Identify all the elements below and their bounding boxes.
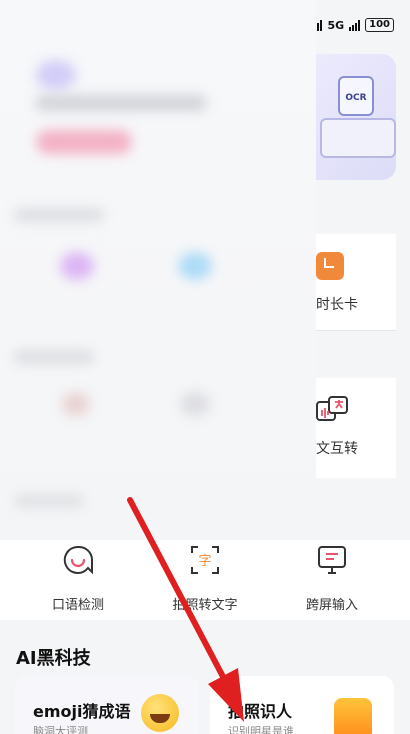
divider — [316, 330, 396, 331]
laptop-icon — [320, 118, 396, 158]
cross-screen-icon — [318, 546, 346, 574]
card-title: emoji猜成语 — [33, 702, 131, 721]
tool-label: 口语检测 — [51, 598, 104, 613]
translate-label: 文互转 — [316, 441, 358, 457]
svg-text:字: 字 — [198, 554, 211, 569]
photo-person-card[interactable]: 拍照识人 识别明星是谁 — [210, 676, 394, 734]
photo-text-icon: 字 — [191, 546, 219, 574]
status-icons: 5G 100 — [311, 18, 394, 32]
signal-icon-2 — [349, 19, 361, 31]
battery-icon: 100 — [365, 18, 394, 32]
tool-cross-screen[interactable]: 跨屏输入 — [264, 540, 400, 613]
blurred-overlay — [0, 0, 316, 540]
photo-person-icon — [334, 698, 372, 734]
network-label: 5G — [327, 18, 345, 32]
emoji-idiom-card[interactable]: emoji猜成语 脑洞大评测 — [15, 676, 199, 734]
ocr-card-icon: OCR — [338, 76, 374, 116]
emoji-icon — [141, 694, 179, 732]
section-title-ai: AI黑科技 — [16, 648, 91, 669]
translate-item[interactable]: 文互转 — [316, 378, 396, 478]
ocr-banner[interactable]: OCR — [316, 54, 396, 180]
tool-label: 跨屏输入 — [305, 598, 358, 613]
tools-row: 口语检测 字 拍照转文字 跨屏输入 — [0, 540, 410, 620]
speech-check-icon — [63, 545, 94, 575]
card-subtitle: 脑洞大评测 — [33, 725, 88, 734]
tool-speech-check[interactable]: 口语检测 — [10, 540, 146, 613]
tool-photo-text[interactable]: 字 拍照转文字 — [137, 540, 273, 613]
timer-card-label: 时长卡 — [316, 297, 358, 313]
clock-icon — [316, 252, 344, 280]
tool-label: 拍照转文字 — [172, 598, 238, 613]
card-subtitle: 识别明星是谁 — [228, 725, 294, 734]
translate-icon — [316, 396, 348, 421]
timer-card-item[interactable]: 时长卡 — [316, 234, 396, 330]
card-title: 拍照识人 — [228, 702, 293, 721]
